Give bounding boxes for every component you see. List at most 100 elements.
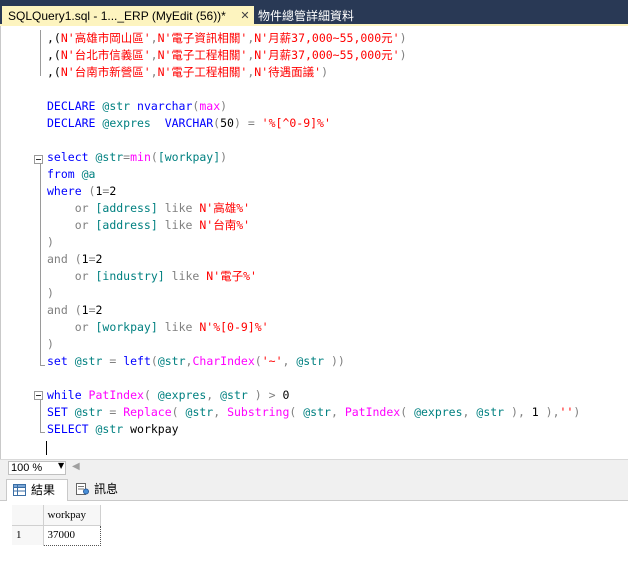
code-token: @str	[476, 405, 512, 419]
code-token: N'%[0-9]%'	[199, 320, 269, 334]
code-line[interactable]: ,(N'台北市信義區',N'電子工程相關',N'月薪37,000~55,000元…	[47, 47, 628, 64]
code-line[interactable]: DECLARE @str nvarchar(max)	[47, 98, 628, 115]
code-token: max	[199, 99, 221, 113]
grid-icon	[13, 484, 26, 496]
tab-sqlquery1[interactable]: SQLQuery1.sql - 1..._ERP (MyEdit (56))* …	[2, 6, 254, 26]
code-token: (	[143, 388, 158, 402]
code-token: ) >	[254, 388, 283, 402]
grid-header-row: workpay	[12, 505, 101, 526]
code-token: =	[88, 252, 96, 266]
code-token: ,(	[47, 65, 61, 79]
scroll-left-icon[interactable]: ◀	[72, 461, 80, 472]
code-line[interactable]: )	[47, 285, 628, 302]
code-token: DECLARE	[47, 116, 103, 130]
code-line[interactable]: or [industry] like N'電子%'	[47, 268, 628, 285]
code-token: @str	[74, 354, 110, 368]
code-line[interactable]	[47, 132, 628, 149]
code-line[interactable]: and (1=2	[47, 251, 628, 268]
code-line[interactable]: SET @str = Replace( @str, Substring( @st…	[47, 404, 628, 421]
code-line[interactable]: set @str = left(@str,CharIndex('~', @str…	[47, 353, 628, 370]
row-number[interactable]: 1	[12, 525, 44, 545]
collapse-icon[interactable]	[34, 155, 43, 164]
code-token: DECLARE	[47, 99, 103, 113]
code-token: or	[47, 269, 96, 283]
query-editor[interactable]: ,(N'高雄市岡山區',N'電子資訊相關',N'月薪37,000~55,000元…	[0, 26, 628, 459]
code-token: N'月薪37,000~55,000元'	[254, 31, 400, 45]
code-line[interactable]: select @str=min([workpay])	[47, 149, 628, 166]
code-token: @str	[296, 354, 331, 368]
code-token: @a	[81, 167, 96, 181]
code-token: select	[47, 150, 96, 164]
code-token: N'電子工程相關'	[157, 48, 248, 62]
code-token: and	[47, 252, 75, 266]
code-line[interactable]: or [address] like N'高雄%'	[47, 200, 628, 217]
code-token: 1	[81, 303, 89, 317]
code-token: N'高雄市岡山區'	[60, 31, 151, 45]
code-line[interactable]	[47, 370, 628, 387]
code-line[interactable]: SELECT @str workpay	[47, 421, 628, 438]
code-line[interactable]: )	[47, 336, 628, 353]
code-line[interactable]: from @a	[47, 166, 628, 183]
code-token: [address]	[95, 218, 165, 232]
code-token: ),	[511, 405, 532, 419]
code-token: (	[74, 303, 82, 317]
code-text[interactable]: ,(N'高雄市岡山區',N'電子資訊相關',N'月薪37,000~55,000元…	[47, 30, 628, 438]
code-token: @expres	[102, 116, 165, 130]
grid-corner[interactable]	[12, 505, 44, 526]
code-line[interactable]: ,(N'台南市新營區',N'電子工程相關',N'待遇面議')	[47, 64, 628, 81]
code-line[interactable]: while PatIndex( @expres, @str ) > 0	[47, 387, 628, 404]
code-token: 1	[531, 405, 546, 419]
code-token: SELECT	[47, 422, 96, 436]
code-line[interactable]: )	[47, 234, 628, 251]
editor-status-row: 100 % ▼ ◀	[0, 459, 628, 476]
code-line[interactable]: and (1=2	[47, 302, 628, 319]
code-token: N'待遇面議'	[254, 65, 322, 79]
collapse-icon[interactable]	[34, 391, 43, 400]
code-token: =	[109, 354, 124, 368]
code-token: SET	[47, 405, 75, 419]
code-token: [address]	[95, 201, 165, 215]
code-token: )	[47, 337, 54, 351]
code-token: )	[220, 99, 228, 113]
code-token: [industry]	[95, 269, 172, 283]
code-token: or	[47, 201, 96, 215]
code-token: )	[399, 48, 407, 62]
code-token: )	[47, 286, 54, 300]
code-line[interactable]: ,(N'高雄市岡山區',N'電子資訊相關',N'月薪37,000~55,000元…	[47, 30, 628, 47]
code-token: 2	[109, 184, 117, 198]
results-tab-strip: 結果 訊息	[0, 476, 628, 501]
code-token: @str	[95, 150, 124, 164]
tab-object-explorer-details[interactable]: 物件總管詳細資料	[258, 6, 354, 26]
code-token: set	[47, 354, 75, 368]
code-token: ,	[150, 65, 158, 79]
outline-end	[40, 432, 45, 433]
grid-cell-workpay[interactable]: 37000	[42, 524, 101, 546]
code-line[interactable]	[47, 81, 628, 98]
chevron-down-icon[interactable]: ▼	[58, 461, 64, 470]
close-icon[interactable]: ✕	[238, 6, 252, 26]
code-token: ),	[545, 405, 560, 419]
tab-messages[interactable]: 訊息	[70, 479, 126, 501]
code-line[interactable]: or [workpay] like N'%[0-9]%'	[47, 319, 628, 336]
code-token: )	[399, 31, 407, 45]
tab-results-label: 結果	[31, 483, 56, 497]
code-token: '~'	[261, 354, 283, 368]
code-line[interactable]: DECLARE @expres VARCHAR(50) = '%[^0-9]%'	[47, 115, 628, 132]
code-line[interactable]: where (1=2	[47, 183, 628, 200]
tab-results[interactable]: 結果	[6, 479, 68, 501]
code-token: N'月薪37,000~55,000元'	[254, 48, 400, 62]
code-token: ,(	[47, 48, 61, 62]
code-token: (	[150, 150, 158, 164]
message-icon	[76, 483, 89, 495]
code-token: =	[109, 405, 124, 419]
outline-line	[40, 30, 41, 76]
code-line[interactable]: or [address] like N'台南%'	[47, 217, 628, 234]
code-token: (	[150, 354, 158, 368]
code-token: @str	[157, 354, 186, 368]
code-token: where	[47, 184, 89, 198]
code-token: workpay	[130, 422, 179, 436]
code-token: ,	[213, 405, 228, 419]
code-token: N'電子工程相關'	[157, 65, 248, 79]
code-token: while	[47, 388, 89, 402]
column-header-workpay[interactable]: workpay	[43, 505, 101, 526]
